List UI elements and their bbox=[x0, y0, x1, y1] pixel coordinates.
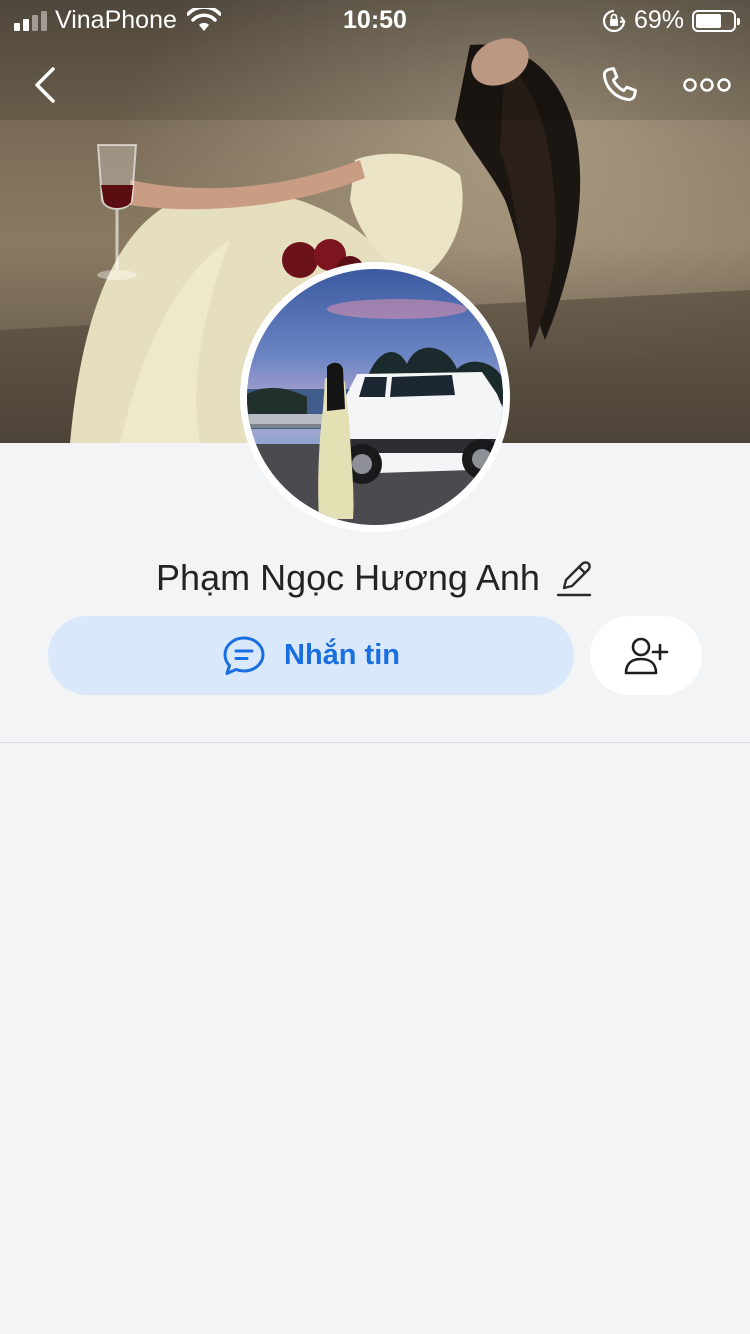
more-options-button[interactable] bbox=[676, 60, 738, 110]
message-button[interactable]: Nhắn tin bbox=[48, 616, 574, 695]
profile-name: Phạm Ngọc Hương Anh bbox=[156, 557, 540, 598]
orientation-lock-icon bbox=[602, 9, 626, 32]
more-dots-icon bbox=[683, 78, 731, 92]
call-button[interactable] bbox=[592, 60, 646, 110]
avatar-image bbox=[247, 269, 503, 525]
add-friend-button[interactable] bbox=[590, 616, 702, 695]
pencil-icon bbox=[556, 561, 592, 597]
chat-bubble-icon bbox=[223, 636, 265, 675]
section-divider bbox=[0, 742, 750, 743]
phone-icon bbox=[602, 67, 637, 102]
status-right-group: 69% bbox=[602, 6, 740, 35]
status-bar: VinaPhone 10:50 69% bbox=[0, 0, 750, 40]
back-button[interactable] bbox=[20, 60, 70, 110]
battery-percent: 69% bbox=[633, 6, 684, 34]
edit-name-button[interactable] bbox=[554, 558, 594, 598]
message-button-label: Nhắn tin bbox=[284, 639, 400, 671]
chevron-left-icon bbox=[35, 67, 55, 103]
profile-name-row: Phạm Ngọc Hương Anh bbox=[0, 550, 750, 606]
battery-icon bbox=[692, 9, 740, 32]
add-person-icon bbox=[624, 637, 669, 674]
profile-avatar[interactable] bbox=[240, 262, 510, 532]
